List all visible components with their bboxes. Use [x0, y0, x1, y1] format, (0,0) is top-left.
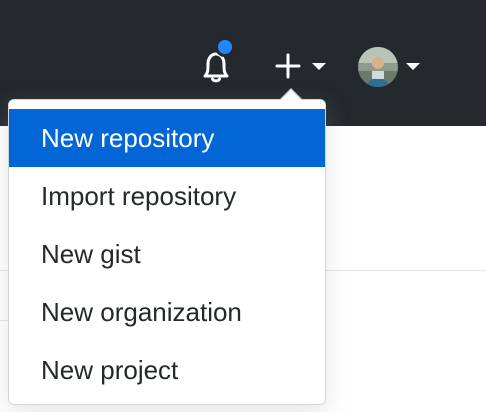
menu-item-new-gist[interactable]: New gist [9, 225, 325, 283]
chevron-down-icon [406, 63, 420, 70]
menu-item-new-organization[interactable]: New organization [9, 283, 325, 341]
plus-icon [275, 53, 301, 79]
create-dropdown-menu: New repository Import repository New gis… [8, 99, 326, 405]
menu-list: New repository Import repository New gis… [9, 109, 325, 399]
dropdown-pointer-fill [280, 90, 302, 101]
avatar [358, 47, 398, 87]
unread-indicator [215, 37, 235, 57]
menu-item-new-repository[interactable]: New repository [9, 109, 325, 167]
profile-menu-button[interactable] [356, 44, 428, 88]
menu-item-import-repository[interactable]: Import repository [9, 167, 325, 225]
create-new-button[interactable] [270, 48, 332, 84]
chevron-down-icon [312, 63, 326, 70]
menu-item-new-project[interactable]: New project [9, 341, 325, 399]
